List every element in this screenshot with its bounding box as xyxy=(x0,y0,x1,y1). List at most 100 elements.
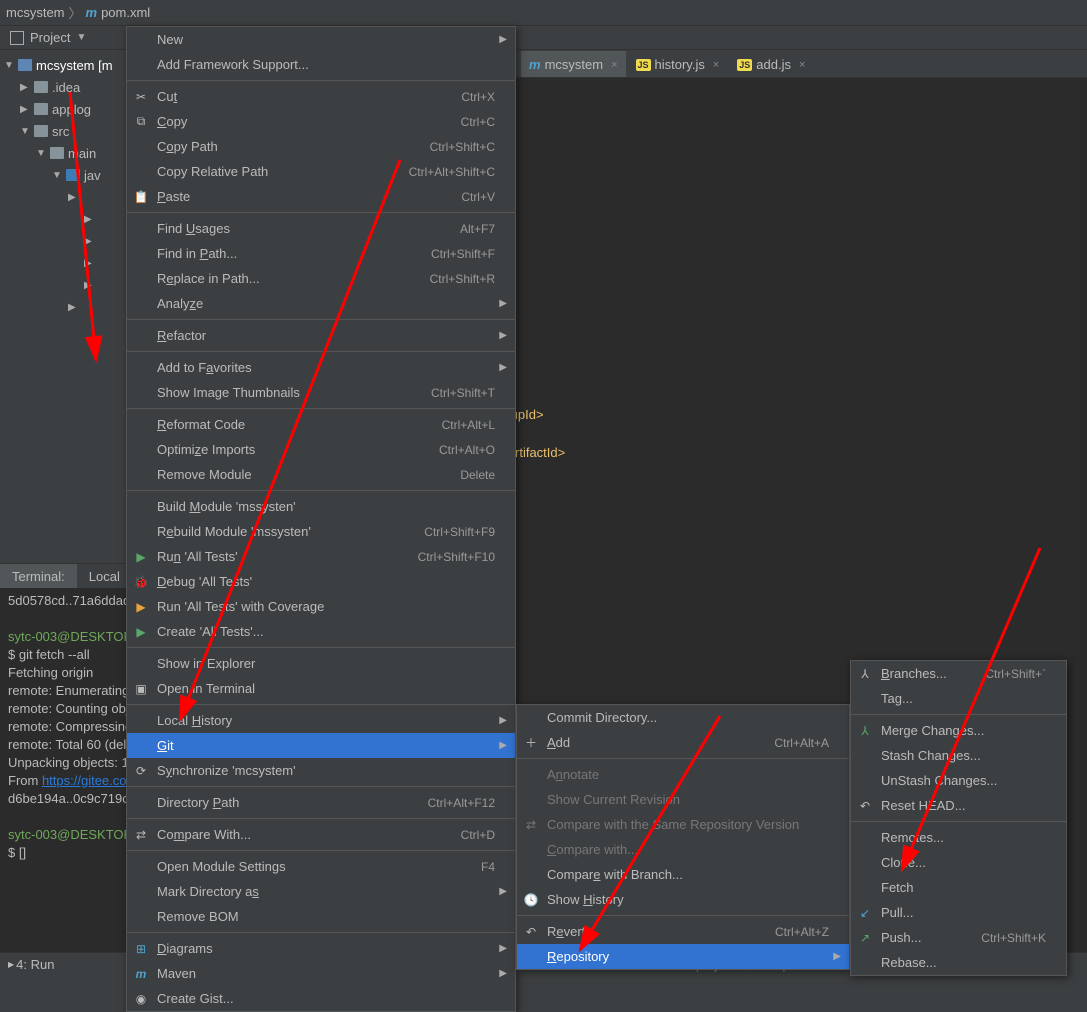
menu-build-module[interactable]: Build Module 'mssysten' xyxy=(127,494,515,519)
context-menu-main: New▶ Add Framework Support... ✂CutCtrl+X… xyxy=(126,26,516,1012)
menu-copy-path[interactable]: Copy PathCtrl+Shift+C xyxy=(127,134,515,159)
git-repository[interactable]: Repository▶ xyxy=(517,944,849,969)
repo-rebase[interactable]: Rebase... xyxy=(851,950,1066,975)
breadcrumb-separator: 〉 xyxy=(69,3,82,22)
git-compare-branch[interactable]: Compare with Branch... xyxy=(517,862,849,887)
git-compare-same[interactable]: ⇄Compare with the Same Repository Versio… xyxy=(517,812,849,837)
terminal-icon: ▣ xyxy=(133,681,149,697)
git-annotate[interactable]: Annotate xyxy=(517,762,849,787)
menu-thumbnails[interactable]: Show Image ThumbnailsCtrl+Shift+T xyxy=(127,380,515,405)
menu-create-gist[interactable]: ◉Create Gist... xyxy=(127,986,515,1011)
menu-add-framework[interactable]: Add Framework Support... xyxy=(127,52,515,77)
git-commit[interactable]: Commit Directory... xyxy=(517,705,849,730)
git-add[interactable]: ＋AddCtrl+Alt+A xyxy=(517,730,849,755)
menu-rebuild-module[interactable]: Rebuild Module 'mssysten'Ctrl+Shift+F9 xyxy=(127,519,515,544)
chevron-down-icon: ▼ xyxy=(76,32,86,43)
repo-reset[interactable]: ↶Reset HEAD... xyxy=(851,793,1066,818)
menu-replace-in-path[interactable]: Replace in Path...Ctrl+Shift+R xyxy=(127,266,515,291)
tree-idea[interactable]: ▶.idea xyxy=(0,76,126,98)
terminal-tab[interactable]: Terminal: xyxy=(0,564,77,588)
git-show-revision[interactable]: Show Current Revision xyxy=(517,787,849,812)
tree-main[interactable]: ▼main xyxy=(0,142,126,164)
menu-open-module-settings[interactable]: Open Module SettingsF4 xyxy=(127,854,515,879)
sync-icon: ⟳ xyxy=(133,763,149,779)
menu-compare[interactable]: ⇄Compare With...Ctrl+D xyxy=(127,822,515,847)
repo-remotes[interactable]: Remotes... xyxy=(851,825,1066,850)
menu-refactor[interactable]: Refactor▶ xyxy=(127,323,515,348)
menu-find-usages[interactable]: Find UsagesAlt+F7 xyxy=(127,216,515,241)
repo-unstash[interactable]: UnStash Changes... xyxy=(851,768,1066,793)
menu-copy-relative[interactable]: Copy Relative PathCtrl+Alt+Shift+C xyxy=(127,159,515,184)
repo-branches[interactable]: ⅄Branches...Ctrl+Shift+` xyxy=(851,661,1066,686)
tree-sub6[interactable]: ▶ xyxy=(0,296,126,318)
git-show-history[interactable]: 🕓Show History xyxy=(517,887,849,912)
breadcrumb-root[interactable]: mcsystem xyxy=(6,5,65,20)
repo-stash[interactable]: Stash Changes... xyxy=(851,743,1066,768)
menu-new[interactable]: New▶ xyxy=(127,27,515,52)
menu-mark-directory[interactable]: Mark Directory as▶ xyxy=(127,879,515,904)
repo-pull[interactable]: ↙Pull... xyxy=(851,900,1066,925)
tree-sub4[interactable]: ▶ xyxy=(0,252,126,274)
menu-open-terminal[interactable]: ▣Open in Terminal xyxy=(127,676,515,701)
tree-sub5[interactable]: ▶ xyxy=(0,274,126,296)
project-label: Project xyxy=(30,30,70,45)
menu-optimize-imports[interactable]: Optimize ImportsCtrl+Alt+O xyxy=(127,437,515,462)
close-icon[interactable]: × xyxy=(799,59,805,71)
menu-cut[interactable]: ✂CutCtrl+X xyxy=(127,84,515,109)
tree-applog[interactable]: ▶applog xyxy=(0,98,126,120)
menu-directory-path[interactable]: Directory PathCtrl+Alt+F12 xyxy=(127,790,515,815)
menu-add-favorites[interactable]: Add to Favorites▶ xyxy=(127,355,515,380)
tree-sub1[interactable]: ▶ xyxy=(0,186,126,208)
menu-synchronize[interactable]: ⟳Synchronize 'mcsystem' xyxy=(127,758,515,783)
menu-paste[interactable]: 📋PasteCtrl+V xyxy=(127,184,515,209)
breadcrumb-bar: mcsystem 〉 m pom.xml xyxy=(0,0,1087,26)
menu-debug-tests[interactable]: 🐞Debug 'All Tests' xyxy=(127,569,515,594)
repo-tag[interactable]: Tag... xyxy=(851,686,1066,711)
tree-sub2[interactable]: ▶ xyxy=(0,208,126,230)
close-icon[interactable]: × xyxy=(713,59,719,71)
run-icon: ▶ xyxy=(133,624,149,640)
tree-java[interactable]: ▼jav xyxy=(0,164,126,186)
pull-icon: ↙ xyxy=(857,905,873,921)
repo-clone[interactable]: Clone... xyxy=(851,850,1066,875)
run-tool[interactable]: ▶4: Run xyxy=(8,957,54,972)
menu-run-tests[interactable]: ▶Run 'All Tests'Ctrl+Shift+F10 xyxy=(127,544,515,569)
branches-icon: ⅄ xyxy=(857,666,873,682)
cut-icon: ✂ xyxy=(133,89,149,105)
breadcrumb-file[interactable]: pom.xml xyxy=(101,5,150,20)
copy-icon: ⧉ xyxy=(133,114,149,130)
history-icon: 🕓 xyxy=(523,892,539,908)
menu-run-coverage[interactable]: ▶Run 'All Tests' with Coverage xyxy=(127,594,515,619)
revert-icon: ↶ xyxy=(523,924,539,940)
terminal-tab-local[interactable]: Local xyxy=(77,564,132,588)
menu-remove-bom[interactable]: Remove BOM xyxy=(127,904,515,929)
tree-sub3[interactable]: ▶ xyxy=(0,230,126,252)
menu-create-tests[interactable]: ▶Create 'All Tests'... xyxy=(127,619,515,644)
menu-local-history[interactable]: Local History▶ xyxy=(127,708,515,733)
run-icon: ▶ xyxy=(133,549,149,565)
close-icon[interactable]: × xyxy=(611,59,617,71)
reset-icon: ↶ xyxy=(857,798,873,814)
menu-find-in-path[interactable]: Find in Path...Ctrl+Shift+F xyxy=(127,241,515,266)
menu-remove-module[interactable]: Remove ModuleDelete xyxy=(127,462,515,487)
repo-push[interactable]: ↗Push...Ctrl+Shift+K xyxy=(851,925,1066,950)
tab-add[interactable]: JSadd.js× xyxy=(729,51,813,77)
menu-git[interactable]: Git▶ xyxy=(127,733,515,758)
repo-fetch[interactable]: Fetch xyxy=(851,875,1066,900)
menu-maven[interactable]: mMaven▶ xyxy=(127,961,515,986)
git-compare-with[interactable]: Compare with... xyxy=(517,837,849,862)
tree-src[interactable]: ▼src xyxy=(0,120,126,142)
terminal-link[interactable]: https://gitee.com xyxy=(42,773,137,788)
menu-reformat[interactable]: Reformat CodeCtrl+Alt+L xyxy=(127,412,515,437)
menu-show-explorer[interactable]: Show in Explorer xyxy=(127,651,515,676)
debug-icon: 🐞 xyxy=(133,574,149,590)
menu-copy[interactable]: ⧉CopyCtrl+C xyxy=(127,109,515,134)
menu-analyze[interactable]: Analyze▶ xyxy=(127,291,515,316)
git-revert[interactable]: ↶Revert...Ctrl+Alt+Z xyxy=(517,919,849,944)
repo-merge[interactable]: ⅄Merge Changes... xyxy=(851,718,1066,743)
tab-pom[interactable]: mmcsystem× xyxy=(521,51,626,77)
menu-diagrams[interactable]: ⊞Diagrams▶ xyxy=(127,936,515,961)
tab-history[interactable]: JShistory.js× xyxy=(628,51,728,77)
tree-root[interactable]: ▼mcsystem [m xyxy=(0,54,126,76)
diagram-icon: ⊞ xyxy=(133,941,149,957)
